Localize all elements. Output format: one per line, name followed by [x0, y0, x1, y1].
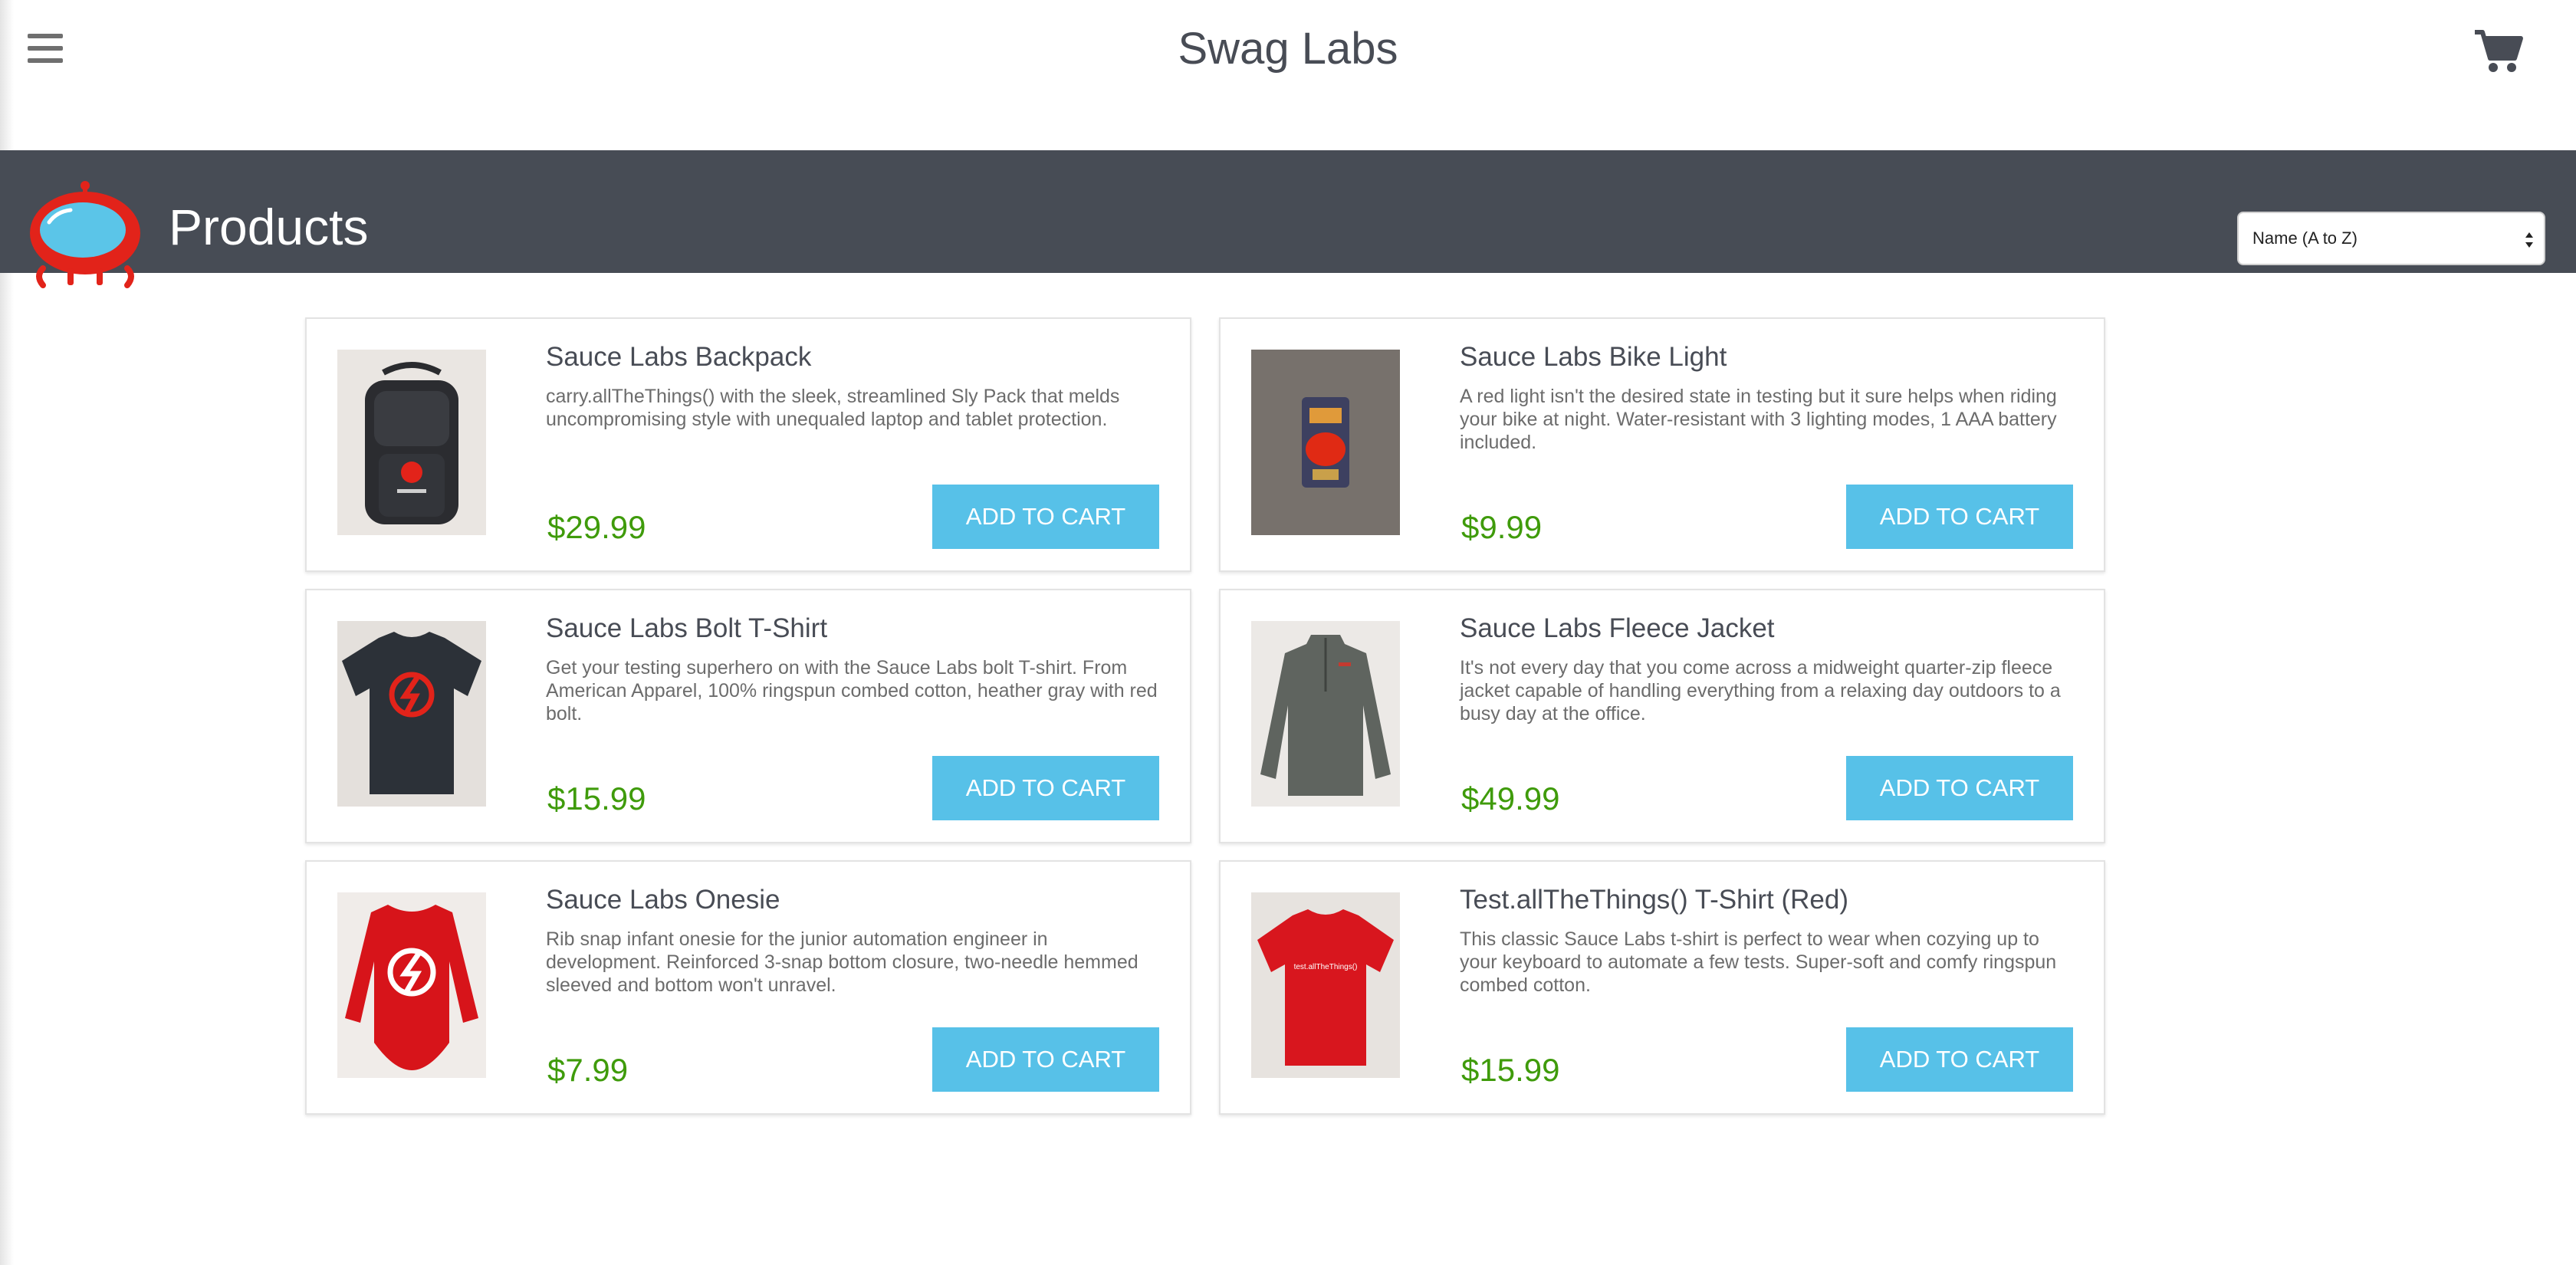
fleece-jacket-image[interactable]: [1251, 621, 1400, 807]
backpack-image[interactable]: [337, 350, 486, 535]
item-description: Rib snap infant onesie for the junior au…: [546, 928, 1138, 996]
page: Swag Labs Products Name (A to Z) Sauce L…: [0, 0, 2576, 1265]
bolt-tshirt-image[interactable]: [337, 621, 486, 807]
inventory-item: Sauce Labs Bolt T-Shirt Get your testing…: [305, 589, 1191, 843]
add-to-cart-button[interactable]: ADD TO CART: [1846, 756, 2073, 820]
add-to-cart-button[interactable]: ADD TO CART: [1846, 485, 2073, 549]
item-name-link[interactable]: Sauce Labs Backpack: [546, 342, 811, 373]
item-price: $15.99: [547, 780, 646, 816]
onesie-image[interactable]: [337, 892, 486, 1078]
add-to-cart-button[interactable]: ADD TO CART: [932, 485, 1159, 549]
item-price: $9.99: [1461, 509, 1543, 545]
item-description: A red light isn't the desired state in t…: [1460, 386, 2057, 453]
item-price: $29.99: [547, 509, 646, 545]
item-name-link[interactable]: Sauce Labs Onesie: [546, 885, 780, 915]
inventory-item: test.allTheThings() Test.allTheThings() …: [1219, 860, 2105, 1115]
select-arrows-icon: [2525, 232, 2533, 248]
item-name-link[interactable]: Sauce Labs Fleece Jacket: [1460, 613, 1775, 644]
item-name-link[interactable]: Test.allTheThings() T-Shirt (Red): [1460, 885, 1848, 915]
bike-light-image[interactable]: [1251, 350, 1400, 535]
add-to-cart-button[interactable]: ADD TO CART: [1846, 1027, 2073, 1092]
item-description: carry.allTheThings() with the sleek, str…: [546, 386, 1120, 430]
shopping-cart-icon[interactable]: [2473, 28, 2524, 74]
robot-mascot-icon: [26, 178, 144, 290]
item-description: Get your testing superhero on with the S…: [546, 657, 1158, 724]
item-name-link[interactable]: Sauce Labs Bolt T-Shirt: [546, 613, 827, 644]
inventory-item: Sauce Labs Backpack carry.allTheThings()…: [305, 317, 1191, 572]
add-to-cart-button[interactable]: ADD TO CART: [932, 756, 1159, 820]
item-price: $7.99: [547, 1052, 629, 1088]
app-logo-title: Swag Labs: [1178, 24, 1398, 74]
tshirt-print-text: test.allTheThings(): [1294, 963, 1358, 971]
inventory-item: Sauce Labs Fleece Jacket It's not every …: [1219, 589, 2105, 843]
sort-selected-value: Name (A to Z): [2252, 228, 2358, 248]
add-to-cart-button[interactable]: ADD TO CART: [932, 1027, 1159, 1092]
page-title: Products: [169, 199, 369, 255]
item-price: $15.99: [1461, 1052, 1560, 1088]
inventory-item: Sauce Labs Bike Light A red light isn't …: [1219, 317, 2105, 572]
item-description: It's not every day that you come across …: [1460, 657, 2061, 724]
item-description: This classic Sauce Labs t-shirt is perfe…: [1460, 928, 2057, 996]
inventory-list: Sauce Labs Backpack carry.allTheThings()…: [305, 317, 2107, 1118]
item-price: $49.99: [1461, 780, 1560, 816]
inventory-item: Sauce Labs Onesie Rib snap infant onesie…: [305, 860, 1191, 1115]
sort-dropdown[interactable]: Name (A to Z): [2237, 212, 2545, 265]
secondary-header-bar: [0, 150, 2576, 273]
item-name-link[interactable]: Sauce Labs Bike Light: [1460, 342, 1727, 373]
red-tshirt-image[interactable]: test.allTheThings(): [1251, 892, 1400, 1078]
